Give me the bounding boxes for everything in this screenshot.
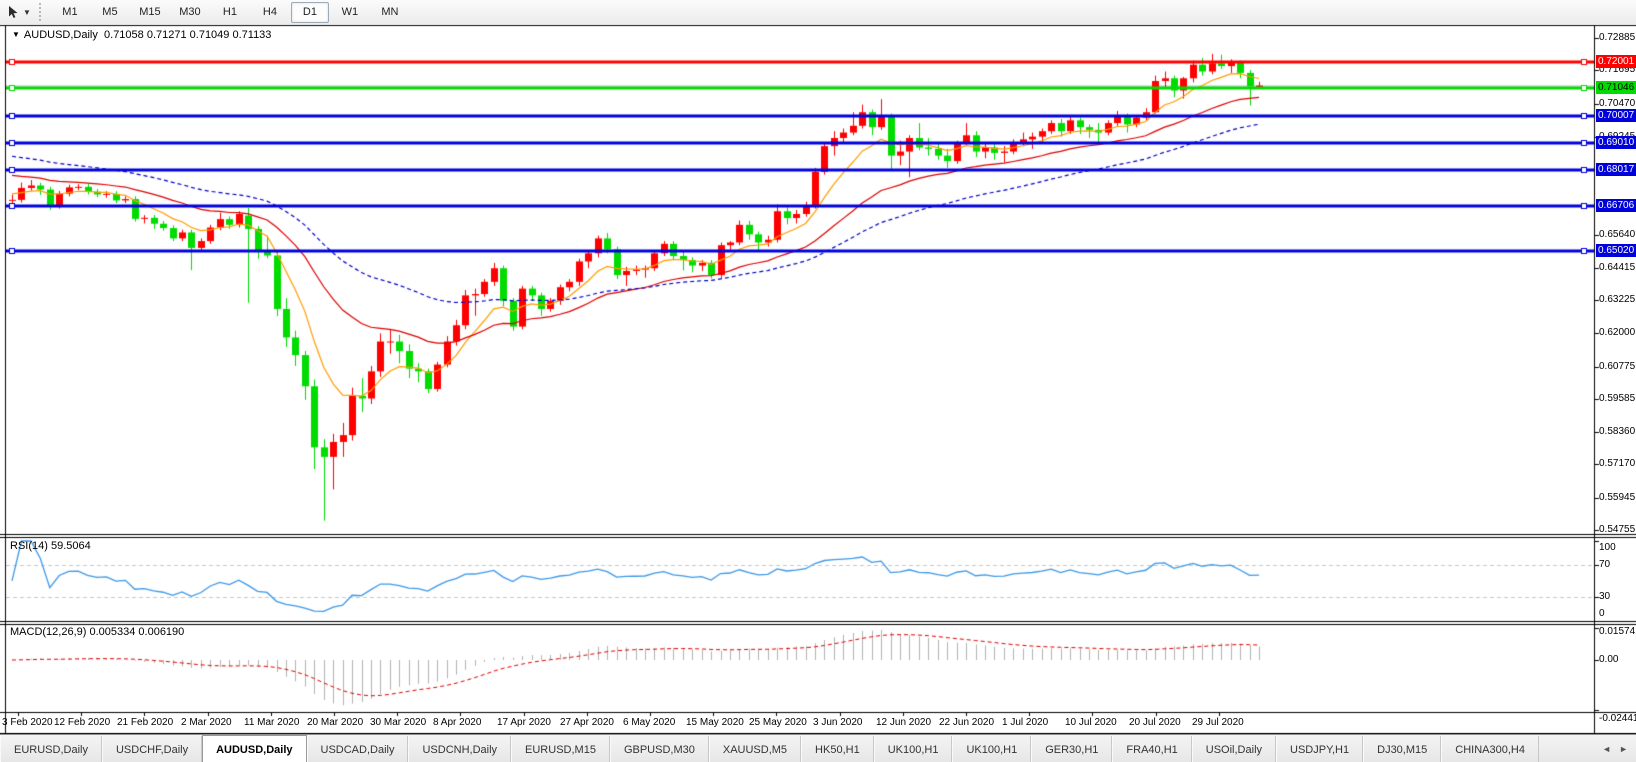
macd-tick-0.00: 0.00 [1599, 654, 1635, 665]
rsi-tick-30: 30 [1599, 591, 1635, 602]
chart-tab-china300-h4[interactable]: CHINA300,H4 [1441, 736, 1539, 762]
chart-tab-xauusd-m5[interactable]: XAUUSD,M5 [709, 736, 801, 762]
tf-button-d1[interactable]: D1 [291, 2, 329, 23]
price-chart-canvas[interactable] [0, 24, 1636, 734]
timeframe-toolbar: ▼ M1M5M15M30H1H4D1W1MN [0, 0, 1636, 25]
tab-scroll-right-icon[interactable]: ► [1619, 744, 1628, 754]
rsi-tick-100: 100 [1599, 542, 1635, 553]
chart-tab-usdcad-daily[interactable]: USDCAD,Daily [307, 736, 409, 762]
date-label-30-mar-2020: 30 Mar 2020 [370, 717, 426, 728]
date-label-10-jul-2020: 10 Jul 2020 [1065, 717, 1117, 728]
chart-tab-uk100-h1[interactable]: UK100,H1 [874, 736, 953, 762]
chart-tab-eurusd-m15[interactable]: EURUSD,M15 [511, 736, 610, 762]
chart-tab-dj30-m15[interactable]: DJ30,M15 [1363, 736, 1441, 762]
price-tick-0.57170: 0.57170 [1599, 458, 1635, 469]
chart-tab-usdjpy-h1[interactable]: USDJPY,H1 [1276, 736, 1363, 762]
price-line-badge-0.68017: 0.68017 [1596, 163, 1636, 176]
date-label-22-jun-2020: 22 Jun 2020 [939, 717, 994, 728]
tf-button-w1[interactable]: W1 [331, 2, 369, 23]
macd-indicator-label: MACD(12,26,9) 0.005334 0.006190 [10, 626, 184, 638]
chart-title: ▼ AUDUSD,Daily 0.71058 0.71271 0.71049 0.… [12, 29, 271, 41]
chart-tab-usdchf-daily[interactable]: USDCHF,Daily [102, 736, 202, 762]
chart-tab-eurusd-daily[interactable]: EURUSD,Daily [0, 736, 102, 762]
tab-scroll-left-icon[interactable]: ◄ [1602, 744, 1611, 754]
date-label-27-apr-2020: 27 Apr 2020 [560, 717, 614, 728]
tf-button-h4[interactable]: H4 [251, 2, 289, 23]
mt4-terminal: ▼ M1M5M15M30H1H4D1W1MN ▼ AUDUSD,Daily 0.7… [0, 0, 1636, 762]
price-tick-0.63225: 0.63225 [1599, 294, 1635, 305]
date-label-20-jul-2020: 20 Jul 2020 [1129, 717, 1181, 728]
date-label-1-jul-2020: 1 Jul 2020 [1002, 717, 1048, 728]
date-label-25-may-2020: 25 May 2020 [749, 717, 807, 728]
price-line-badge-0.65020: 0.65020 [1596, 244, 1636, 257]
chart-symbol-label: AUDUSD,Daily [24, 29, 98, 41]
chart-tabs: EURUSD,DailyUSDCHF,DailyAUDUSD,DailyUSDC… [0, 735, 1539, 762]
price-tick-0.70470: 0.70470 [1599, 98, 1635, 109]
date-label-2-mar-2020: 2 Mar 2020 [181, 717, 232, 728]
tf-button-m1[interactable]: M1 [51, 2, 89, 23]
chart-tab-fra40-h1[interactable]: FRA40,H1 [1112, 736, 1191, 762]
cursor-tool-icon[interactable] [3, 2, 23, 22]
price-line-badge-0.69010: 0.69010 [1596, 136, 1636, 149]
date-label-6-may-2020: 6 May 2020 [623, 717, 675, 728]
date-label-3-jun-2020: 3 Jun 2020 [813, 717, 863, 728]
date-label-11-mar-2020: 11 Mar 2020 [244, 717, 299, 728]
rsi-tick-70: 70 [1599, 559, 1635, 570]
rsi-indicator-label: RSI(14) 59.5064 [10, 540, 91, 552]
rsi-tick-0: 0 [1599, 608, 1635, 619]
price-tick-0.55945: 0.55945 [1599, 492, 1635, 503]
date-label-15-may-2020: 15 May 2020 [686, 717, 744, 728]
date-label-3-feb-2020: 3 Feb 2020 [2, 717, 53, 728]
price-tick-0.54755: 0.54755 [1599, 524, 1635, 535]
price-line-badge-0.66706: 0.66706 [1596, 199, 1636, 212]
chart-tab-ger30-h1[interactable]: GER30,H1 [1031, 736, 1112, 762]
macd-tick--0.02441: -0.02441 [1599, 713, 1635, 724]
date-label-20-mar-2020: 20 Mar 2020 [307, 717, 363, 728]
price-tick-0.59585: 0.59585 [1599, 393, 1635, 404]
tf-button-mn[interactable]: MN [371, 2, 409, 23]
chart-tab-uk100-h1[interactable]: UK100,H1 [952, 736, 1031, 762]
date-label-12-jun-2020: 12 Jun 2020 [876, 717, 931, 728]
chart-ohlc-values: 0.71058 0.71271 0.71049 0.71133 [104, 29, 271, 41]
date-label-29-jul-2020: 29 Jul 2020 [1192, 717, 1244, 728]
macd-tick-0.015741: 0.015741 [1599, 626, 1635, 637]
tab-scroll-controls: ◄ ► [1594, 735, 1636, 762]
price-line-badge-0.71046: 0.71046 [1596, 81, 1636, 94]
price-tick-0.65640: 0.65640 [1599, 229, 1635, 240]
price-tick-0.72885: 0.72885 [1599, 32, 1635, 43]
chart-tab-usoil-daily[interactable]: USOil,Daily [1192, 736, 1276, 762]
toolbar-grip [39, 3, 46, 21]
cursor-dropdown-caret-icon[interactable]: ▼ [23, 8, 31, 17]
price-tick-0.62000: 0.62000 [1599, 327, 1635, 338]
price-tick-0.60775: 0.60775 [1599, 361, 1635, 372]
date-label-21-feb-2020: 21 Feb 2020 [117, 717, 173, 728]
timeframe-buttons: M1M5M15M30H1H4D1W1MN [50, 2, 410, 23]
price-tick-0.58360: 0.58360 [1599, 426, 1635, 437]
price-line-badge-0.72001: 0.72001 [1596, 55, 1636, 68]
tf-button-m30[interactable]: M30 [171, 2, 209, 23]
date-label-12-feb-2020: 12 Feb 2020 [54, 717, 110, 728]
chart-tab-hk50-h1[interactable]: HK50,H1 [801, 736, 874, 762]
chart-tab-gbpusd-m30[interactable]: GBPUSD,M30 [610, 736, 709, 762]
tf-button-m15[interactable]: M15 [131, 2, 169, 23]
tf-button-h1[interactable]: H1 [211, 2, 249, 23]
chart-tab-usdcnh-daily[interactable]: USDCNH,Daily [408, 736, 511, 762]
tf-button-m5[interactable]: M5 [91, 2, 129, 23]
price-line-badge-0.70007: 0.70007 [1596, 109, 1636, 122]
date-label-8-apr-2020: 8 Apr 2020 [433, 717, 481, 728]
chart-tab-bar: EURUSD,DailyUSDCHF,DailyAUDUSD,DailyUSDC… [0, 734, 1636, 762]
date-label-17-apr-2020: 17 Apr 2020 [497, 717, 551, 728]
chart-tab-audusd-daily[interactable]: AUDUSD,Daily [202, 735, 306, 762]
price-tick-0.64415: 0.64415 [1599, 262, 1635, 273]
chart-collapse-icon: ▼ [12, 30, 20, 39]
